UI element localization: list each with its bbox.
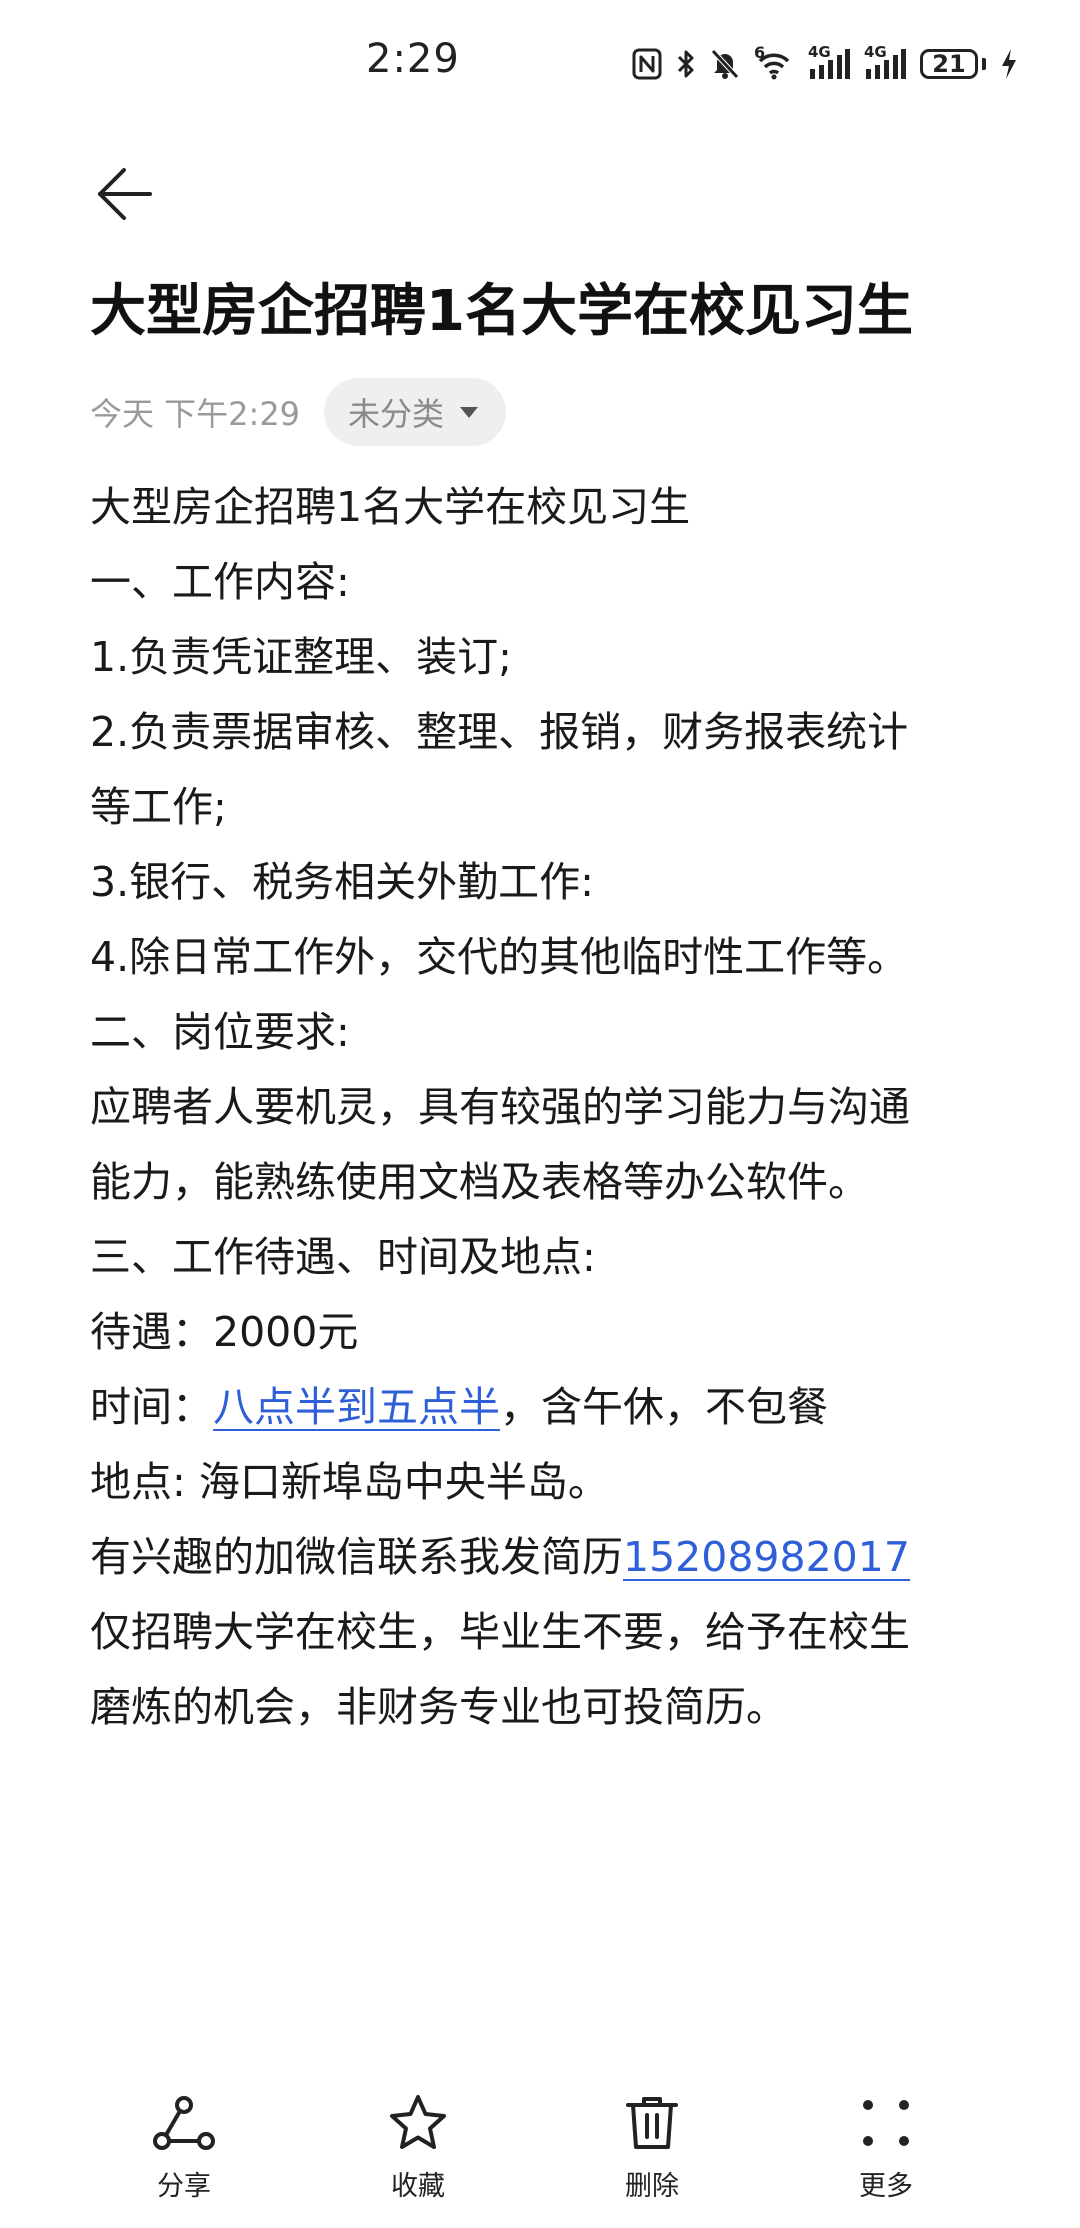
category-dropdown[interactable]: 未分类 — [324, 378, 507, 446]
signal-icon — [810, 49, 850, 79]
body-line: 1.负责凭证整理、装订; — [90, 633, 512, 681]
back-arrow-icon — [98, 168, 152, 220]
note-date: 今天 下午2:29 — [90, 395, 301, 433]
body-line: 应聘者人要机灵，具有较强的学习能力与沟通 — [90, 1083, 910, 1131]
note-detail-screen: 2:29 6 4G 4G 21 大型房企招聘1名大学在校见习生 今天 下午2:2… — [0, 0, 1080, 2228]
share-icon — [153, 2096, 215, 2150]
time-suffix: ，含午休，不包餐 — [500, 1383, 828, 1431]
time-link[interactable]: 八点半到五点半 — [213, 1383, 500, 1431]
body-line: 3.银行、税务相关外勤工作: — [90, 858, 594, 906]
body-line-contact: 有兴趣的加微信联系我发简历15208982017 — [90, 1520, 1010, 1595]
share-button[interactable]: 分享 — [114, 2070, 254, 2210]
mute-icon — [711, 49, 739, 79]
status-icons: 6 4G 4G 21 — [632, 43, 1018, 84]
battery-icon: 21 — [920, 49, 978, 79]
note-body[interactable]: 大型房企招聘1名大学在校见习生 一、工作内容: 1.负责凭证整理、装订; 2.负… — [90, 470, 1010, 1745]
bluetooth-icon — [677, 50, 694, 78]
body-line: 二、岗位要求: — [90, 1008, 350, 1056]
body-line-time: 时间：八点半到五点半，含午休，不包餐 — [90, 1370, 1010, 1445]
body-line: 仅招聘大学在校生，毕业生不要，给予在校生 — [90, 1608, 910, 1656]
category-label: 未分类 — [348, 395, 445, 433]
body-line: 2.负责票据审核、整理、报销，财务报表统计 — [90, 708, 909, 756]
more-label: 更多 — [859, 2171, 913, 2202]
dropdown-triangle-icon — [460, 407, 479, 418]
cellular-indicator-2: 4G — [864, 43, 906, 81]
share-icon-wrap — [149, 2088, 219, 2158]
battery-cap — [982, 58, 986, 70]
more-dots-icon — [863, 2100, 909, 2146]
body-line: 三、工作待遇、时间及地点: — [90, 1233, 596, 1281]
body-line: 等工作; — [90, 783, 227, 831]
delete-button[interactable]: 删除 — [582, 2070, 722, 2210]
body-line: 大型房企招聘1名大学在校见习生 — [90, 483, 691, 531]
bottom-toolbar: 分享 收藏 删除 更多 — [0, 2070, 1080, 2210]
battery-indicator: 21 — [920, 49, 986, 79]
contact-prefix: 有兴趣的加微信联系我发简历 — [90, 1533, 623, 1581]
body-line: 能力，能熟练使用文档及表格等办公软件。 — [90, 1158, 869, 1206]
cellular-indicator-1: 4G — [808, 43, 850, 81]
note-meta: 今天 下午2:29 未分类 — [90, 378, 507, 446]
charging-icon — [1002, 49, 1016, 79]
status-bar: 2:29 6 4G 4G 21 — [0, 0, 1080, 120]
more-button[interactable]: 更多 — [816, 2070, 956, 2210]
body-line: 4.除日常工作外，交代的其他临时性工作等。 — [90, 933, 909, 981]
phone-number-link[interactable]: 15208982017 — [623, 1533, 910, 1581]
back-button[interactable] — [84, 154, 164, 234]
more-icon-wrap — [851, 2088, 921, 2158]
nfc-icon — [632, 48, 662, 80]
body-line: 待遇：2000元 — [90, 1308, 359, 1356]
delete-label: 删除 — [625, 2171, 679, 2202]
trash-icon — [626, 2097, 678, 2149]
wifi-indicator: 6 — [754, 43, 794, 81]
favorite-label: 收藏 — [391, 2171, 445, 2202]
body-line-location: 地点: 海口新埠岛中央半岛。 — [90, 1458, 609, 1506]
star-icon-wrap — [383, 2088, 453, 2158]
signal-icon — [866, 49, 906, 79]
time-prefix: 时间： — [90, 1383, 213, 1431]
trash-icon-wrap — [617, 2088, 687, 2158]
status-time: 2:29 — [366, 36, 460, 82]
note-title: 大型房企招聘1名大学在校见习生 — [90, 279, 913, 344]
favorite-button[interactable]: 收藏 — [348, 2070, 488, 2210]
body-line: 磨炼的机会，非财务专业也可投简历。 — [90, 1683, 787, 1731]
wifi-icon — [758, 53, 790, 80]
body-line: 一、工作内容: — [90, 558, 350, 606]
star-icon — [390, 2095, 446, 2149]
share-label: 分享 — [157, 2171, 211, 2202]
